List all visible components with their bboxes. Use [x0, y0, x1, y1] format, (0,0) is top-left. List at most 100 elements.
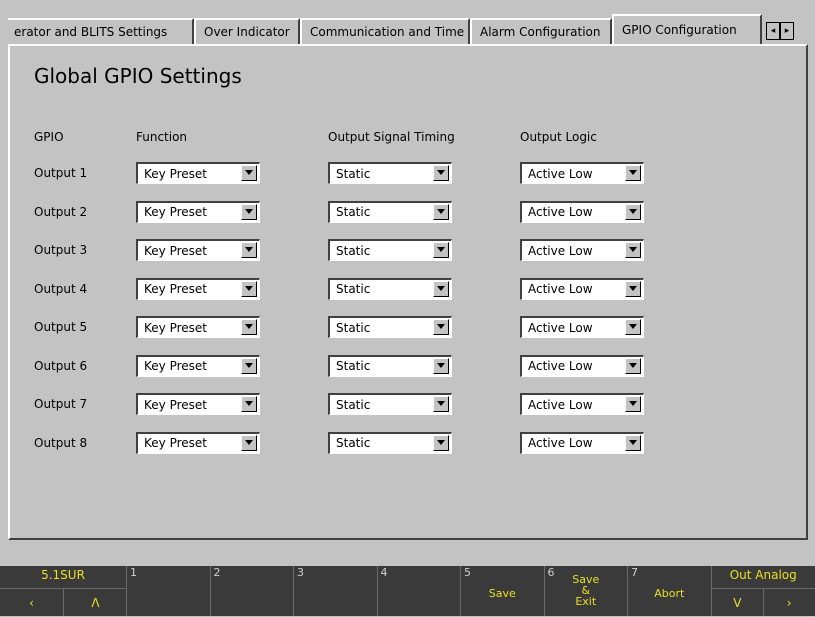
column-header-gpio: GPIO: [34, 130, 64, 144]
function-value: Key Preset: [144, 359, 207, 373]
dropdown-arrow-icon[interactable]: [241, 165, 257, 181]
softkey-number: 3: [297, 566, 304, 579]
function-select[interactable]: Key Preset: [136, 316, 260, 338]
dropdown-arrow-icon[interactable]: [625, 319, 641, 335]
logic-value: Active Low: [528, 398, 593, 412]
dropdown-arrow-icon[interactable]: [625, 281, 641, 297]
dropdown-arrow-icon[interactable]: [625, 165, 641, 181]
function-select[interactable]: Key Preset: [136, 162, 260, 184]
timing-select[interactable]: Static: [328, 355, 452, 377]
logic-value: Active Low: [528, 205, 593, 219]
logic-select[interactable]: Active Low: [520, 316, 644, 338]
softkey-3[interactable]: 3: [294, 566, 378, 616]
function-select[interactable]: Key Preset: [136, 201, 260, 223]
logic-select[interactable]: Active Low: [520, 278, 644, 300]
softkey-right-block: Out Analog V›: [712, 566, 815, 616]
function-select[interactable]: Key Preset: [136, 355, 260, 377]
logic-value: Active Low: [528, 282, 593, 296]
output-label: Output 8: [34, 436, 87, 450]
softkey-bar: 5.1SUR ‹ Λ 1 2 3 4 5Save6Save & Exit7AbortOu…: [0, 566, 815, 616]
tab-bar: erator and BLITS Settings Over Indicator…: [8, 14, 808, 44]
dropdown-arrow-icon[interactable]: [433, 358, 449, 374]
logic-value: Active Low: [528, 436, 593, 450]
function-value: Key Preset: [144, 205, 207, 219]
tab-scroll-left-icon[interactable]: ◂: [766, 22, 780, 40]
softkey-number: 4: [381, 566, 388, 579]
dropdown-arrow-icon[interactable]: [433, 396, 449, 412]
timing-select[interactable]: Static: [328, 201, 452, 223]
timing-select[interactable]: Static: [328, 278, 452, 300]
tab-communication-time[interactable]: Communication and Time: [300, 18, 470, 44]
softkey-label: Abort: [628, 588, 711, 599]
softkey-number: 2: [214, 566, 221, 579]
output-label: Output 4: [34, 282, 87, 296]
dropdown-arrow-icon[interactable]: [241, 242, 257, 258]
dropdown-arrow-icon[interactable]: [241, 281, 257, 297]
output-label: Output 5: [34, 320, 87, 334]
dropdown-arrow-icon[interactable]: [241, 435, 257, 451]
dropdown-arrow-icon[interactable]: [433, 242, 449, 258]
softkey-number: 1: [130, 566, 137, 579]
function-select[interactable]: Key Preset: [136, 239, 260, 261]
output-label: Output 2: [34, 205, 87, 219]
tab-over-indicator[interactable]: Over Indicator: [194, 18, 300, 44]
next-icon[interactable]: ›: [763, 596, 815, 610]
timing-select[interactable]: Static: [328, 316, 452, 338]
dropdown-arrow-icon[interactable]: [433, 281, 449, 297]
softkey-1[interactable]: 1: [127, 566, 211, 616]
tab-gpio-configuration[interactable]: GPIO Configuration: [612, 14, 762, 44]
dropdown-arrow-icon[interactable]: [241, 396, 257, 412]
dropdown-arrow-icon[interactable]: [241, 358, 257, 374]
function-select[interactable]: Key Preset: [136, 393, 260, 415]
dropdown-arrow-icon[interactable]: [625, 358, 641, 374]
dropdown-arrow-icon[interactable]: [433, 319, 449, 335]
dropdown-arrow-icon[interactable]: [433, 165, 449, 181]
logic-select[interactable]: Active Low: [520, 432, 644, 454]
dropdown-arrow-icon[interactable]: [241, 319, 257, 335]
softkey-left-block: 5.1SUR ‹ Λ: [0, 566, 127, 616]
dropdown-arrow-icon[interactable]: [625, 242, 641, 258]
logic-select[interactable]: Active Low: [520, 239, 644, 261]
prev-icon[interactable]: ‹: [0, 596, 63, 610]
function-select[interactable]: Key Preset: [136, 278, 260, 300]
dropdown-arrow-icon[interactable]: [433, 204, 449, 220]
tab-alarm-configuration[interactable]: Alarm Configuration: [470, 18, 612, 44]
output-mode-label: Out Analog: [712, 568, 815, 582]
logic-value: Active Low: [528, 244, 593, 258]
tab-generator-blits[interactable]: erator and BLITS Settings: [8, 18, 194, 44]
timing-value: Static: [336, 321, 370, 335]
timing-select[interactable]: Static: [328, 393, 452, 415]
logic-select[interactable]: Active Low: [520, 162, 644, 184]
mode-label: 5.1SUR: [0, 568, 126, 582]
timing-value: Static: [336, 244, 370, 258]
logic-select[interactable]: Active Low: [520, 393, 644, 415]
output-label: Output 7: [34, 397, 87, 411]
softkey-6[interactable]: 6Save & Exit: [545, 566, 629, 616]
gpio-settings-panel: Global GPIO Settings GPIO Function Outpu…: [8, 44, 808, 540]
dropdown-arrow-icon[interactable]: [625, 396, 641, 412]
function-value: Key Preset: [144, 244, 207, 258]
up-icon[interactable]: Λ: [64, 596, 127, 610]
function-select[interactable]: Key Preset: [136, 432, 260, 454]
softkey-label: Save & Exit: [545, 574, 628, 607]
timing-select[interactable]: Static: [328, 162, 452, 184]
tab-scroll-right-icon[interactable]: ▸: [780, 22, 794, 40]
timing-select[interactable]: Static: [328, 432, 452, 454]
dropdown-arrow-icon[interactable]: [625, 435, 641, 451]
function-value: Key Preset: [144, 282, 207, 296]
logic-select[interactable]: Active Low: [520, 355, 644, 377]
timing-select[interactable]: Static: [328, 239, 452, 261]
softkey-5[interactable]: 5Save: [461, 566, 545, 616]
logic-value: Active Low: [528, 359, 593, 373]
softkey-7[interactable]: 7Abort: [628, 566, 712, 616]
down-icon[interactable]: V: [712, 596, 764, 610]
softkey-4[interactable]: 4: [378, 566, 462, 616]
dropdown-arrow-icon[interactable]: [625, 204, 641, 220]
dropdown-arrow-icon[interactable]: [241, 204, 257, 220]
logic-select[interactable]: Active Low: [520, 201, 644, 223]
function-value: Key Preset: [144, 321, 207, 335]
softkey-2[interactable]: 2: [211, 566, 295, 616]
logic-value: Active Low: [528, 167, 593, 181]
dropdown-arrow-icon[interactable]: [433, 435, 449, 451]
logic-value: Active Low: [528, 321, 593, 335]
